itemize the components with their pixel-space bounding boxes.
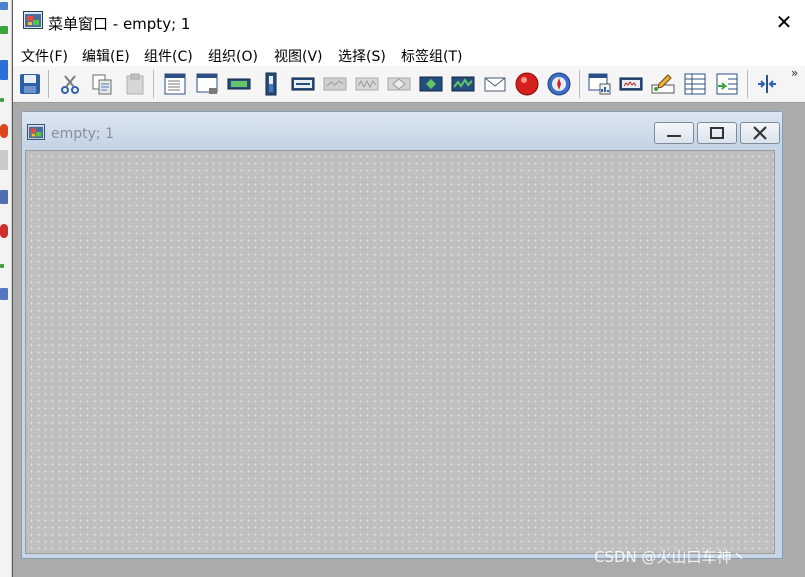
child-close-button[interactable] xyxy=(740,122,780,144)
gray-button-icon[interactable] xyxy=(0,150,8,170)
leaf-icon[interactable] xyxy=(0,264,4,268)
cut-icon[interactable] xyxy=(58,72,82,96)
menu-edit[interactable]: 编辑(E) xyxy=(82,46,130,66)
pencil-icon[interactable] xyxy=(0,2,8,10)
numeric-display-icon[interactable] xyxy=(291,72,315,96)
app-icon xyxy=(23,11,43,29)
toolbar-overflow-button[interactable]: » xyxy=(791,66,798,80)
menu-select[interactable]: 选择(S) xyxy=(338,46,386,66)
menu-view[interactable]: 视图(V) xyxy=(274,46,323,66)
red-ball-icon[interactable] xyxy=(515,72,539,96)
child-title-bar[interactable]: empty; 1 xyxy=(22,112,782,148)
toolbar-separator xyxy=(747,70,748,98)
window-scaled-icon[interactable] xyxy=(195,72,219,96)
close-icon xyxy=(753,126,767,140)
toolbar-separator xyxy=(48,70,49,98)
dot-icon[interactable] xyxy=(0,98,4,102)
minimize-icon xyxy=(667,135,681,137)
table-icon[interactable] xyxy=(683,72,707,96)
menu-component[interactable]: 组件(C) xyxy=(144,46,193,66)
diamond-display-icon[interactable] xyxy=(387,72,411,96)
toolbar: » xyxy=(13,66,805,103)
edit-icon[interactable] xyxy=(0,190,8,204)
toolbar-separator xyxy=(579,70,580,98)
edit-pencil-icon[interactable] xyxy=(651,72,675,96)
mail-icon[interactable] xyxy=(483,72,507,96)
record-icon[interactable] xyxy=(0,124,8,138)
pointer-icon[interactable] xyxy=(0,288,8,300)
table-export-icon[interactable] xyxy=(715,72,739,96)
menu-file[interactable]: 文件(F) xyxy=(21,46,68,66)
split-horizontal-icon[interactable] xyxy=(755,72,779,96)
analog-display-icon[interactable] xyxy=(619,72,643,96)
digital-display-icon[interactable] xyxy=(227,72,251,96)
main-window: 菜单窗口 - empty; 1 ✕ 文件(F) 编辑(E) 组件(C) 组织(O… xyxy=(12,0,805,577)
cross-display-icon[interactable] xyxy=(419,72,443,96)
child-window-title: empty; 1 xyxy=(51,126,114,142)
design-canvas[interactable] xyxy=(25,150,775,554)
background-app-toolbar-strip xyxy=(0,0,12,577)
menu-organize[interactable]: 组织(O) xyxy=(208,46,258,66)
stop-icon[interactable] xyxy=(0,224,8,238)
watermark-text: CSDN @火山口车神丶 xyxy=(594,548,747,566)
vertical-bar-icon[interactable] xyxy=(259,72,283,96)
trend-icon[interactable] xyxy=(451,72,475,96)
disabled-display-icon[interactable] xyxy=(323,72,347,96)
compass-icon[interactable] xyxy=(547,72,571,96)
window-icon[interactable] xyxy=(163,72,187,96)
menu-bar: 文件(F) 编辑(E) 组件(C) 组织(O) 视图(V) 选择(S) 标签组(… xyxy=(13,44,805,66)
menu-tab-group[interactable]: 标签组(T) xyxy=(401,46,462,66)
maximize-icon xyxy=(710,127,724,139)
window-title: 菜单窗口 - empty; 1 xyxy=(48,15,191,33)
toolbar-separator xyxy=(153,70,154,98)
child-app-icon xyxy=(27,124,45,140)
disabled-trend-icon[interactable] xyxy=(355,72,379,96)
paste-icon[interactable] xyxy=(123,72,147,96)
copy-icon[interactable] xyxy=(90,72,114,96)
title-bar[interactable]: 菜单窗口 - empty; 1 ✕ xyxy=(13,0,805,44)
close-button[interactable]: ✕ xyxy=(769,8,799,36)
child-minimize-button[interactable] xyxy=(654,122,694,144)
child-window: empty; 1 xyxy=(21,111,783,559)
tree-icon[interactable] xyxy=(0,26,8,34)
child-maximize-button[interactable] xyxy=(697,122,737,144)
window-chart-icon[interactable] xyxy=(587,72,611,96)
select-icon[interactable] xyxy=(0,60,8,80)
save-icon[interactable] xyxy=(18,72,42,96)
